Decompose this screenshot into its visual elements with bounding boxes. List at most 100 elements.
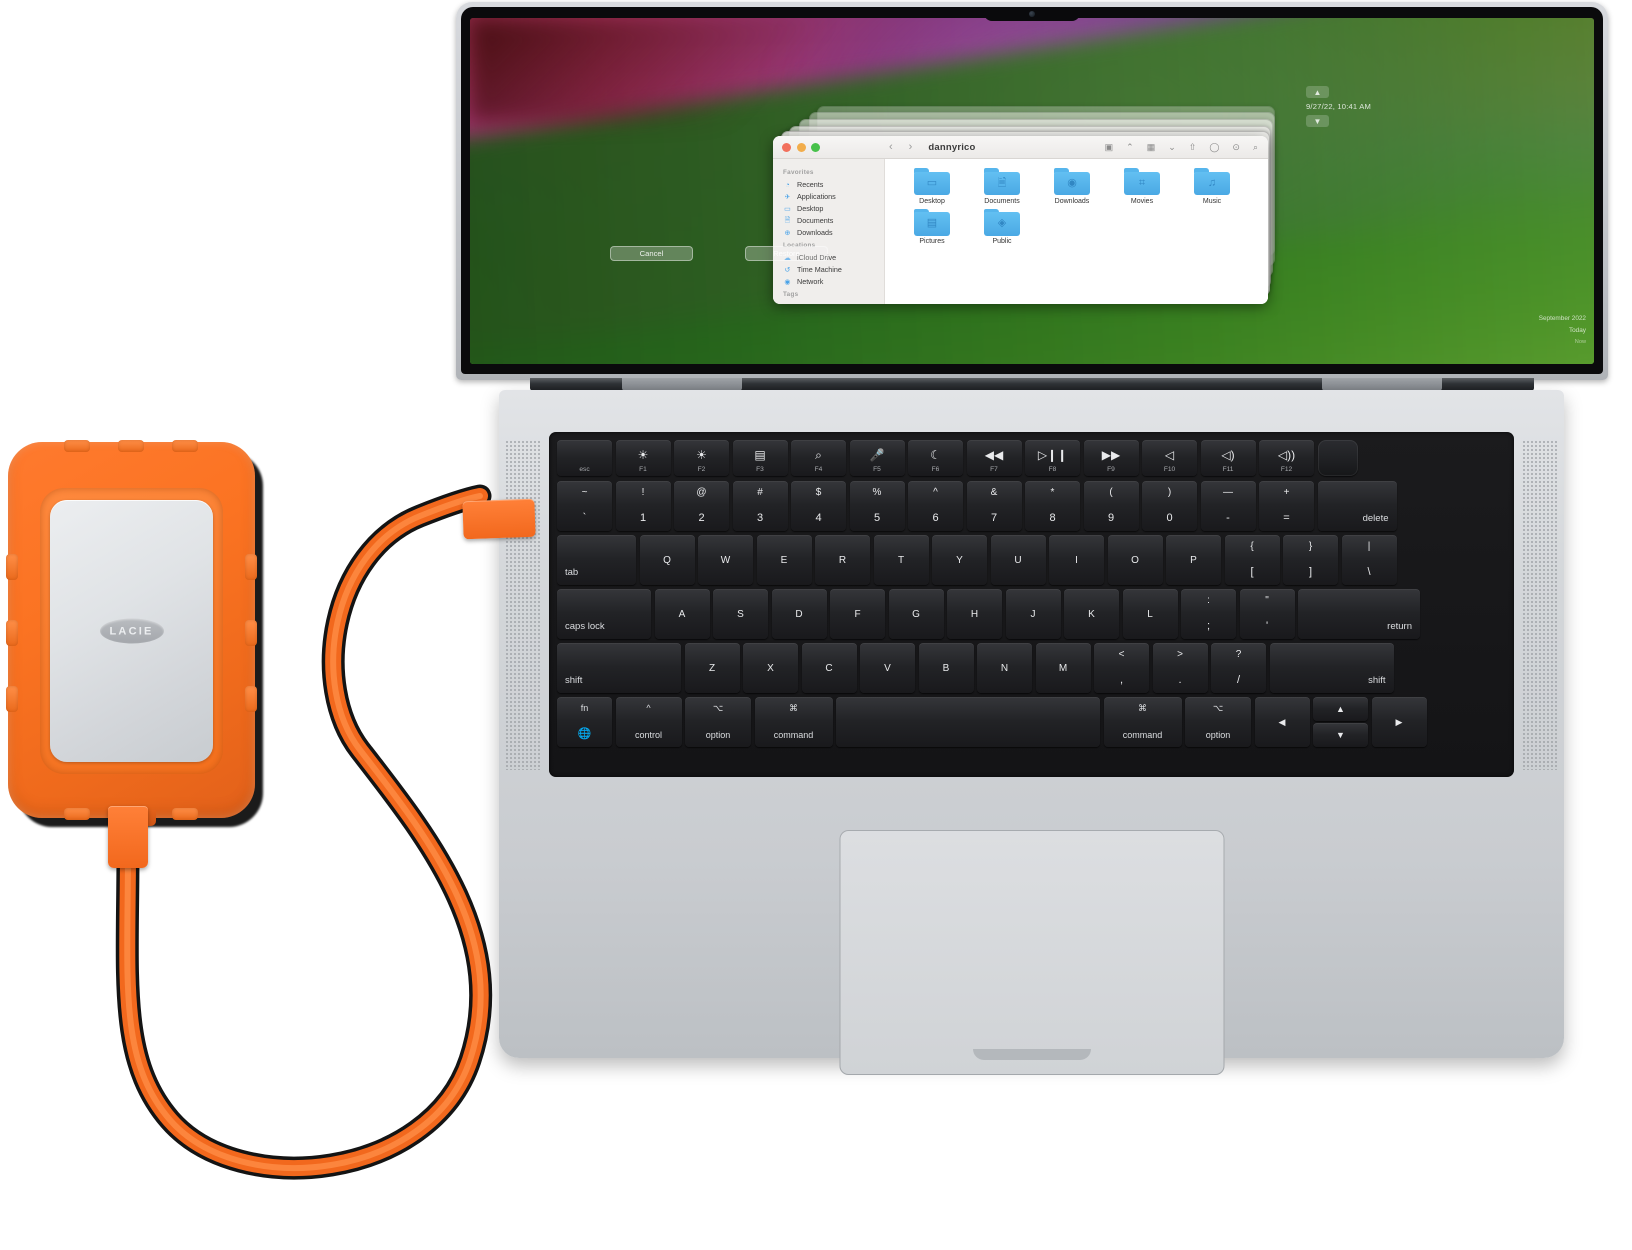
key-b[interactable]: B <box>918 643 974 693</box>
restore-button[interactable]: Restore <box>745 246 828 261</box>
key-option-right[interactable]: ⌥ option <box>1185 697 1251 747</box>
key-4[interactable]: $4 <box>791 481 846 531</box>
key-s[interactable]: S <box>713 589 768 639</box>
key-o[interactable]: O <box>1107 535 1163 585</box>
key-command-left[interactable]: ⌘ command <box>754 697 833 747</box>
finder-file-grid[interactable]: ▭ Desktop 🗎 Documents ◉ Downloads ⌗ Movi… <box>885 159 1268 304</box>
key-arrow-down[interactable]: ▼ <box>1313 723 1368 747</box>
folder-item-documents[interactable]: 🗎 Documents <box>967 168 1037 205</box>
key-e[interactable]: E <box>756 535 812 585</box>
key-shift-right[interactable]: shift <box>1269 643 1394 693</box>
key-t[interactable]: T <box>873 535 929 585</box>
key-0[interactable]: ) 0 <box>1142 481 1197 531</box>
key-a[interactable]: A <box>654 589 710 639</box>
folder-item-music[interactable]: ♫ Music <box>1177 168 1247 205</box>
key-n[interactable]: N <box>977 643 1032 693</box>
key-v[interactable]: V <box>860 643 915 693</box>
key-arrow-right[interactable]: ▶ <box>1371 697 1427 747</box>
finder-window[interactable]: ‹ › dannyrico ▣ ⌃ ▦ ⌄ ⇧ ◯ ⊙ ⌕ Favorites … <box>773 136 1268 304</box>
key-h[interactable]: H <box>947 589 1002 639</box>
key-y[interactable]: Y <box>932 535 987 585</box>
key-f2-brightness-up[interactable]: ☀ F2 <box>674 440 729 476</box>
key-semicolon[interactable]: :; <box>1181 589 1236 639</box>
sidebar-item-downloads[interactable]: ⊕ Downloads <box>773 226 884 238</box>
view-grid-icon[interactable]: ▦ <box>1147 142 1156 153</box>
time-machine-timeline[interactable]: September 2022 Today Now <box>1466 313 1586 348</box>
folder-item-pictures[interactable]: ▤ Pictures <box>897 208 967 245</box>
key-f11-volume-down[interactable]: ◁) F11 <box>1200 440 1256 476</box>
key-bracket-right[interactable]: }] <box>1283 535 1338 585</box>
key-f6-do-not-disturb[interactable]: ☾ F6 <box>908 440 963 476</box>
key-slash[interactable]: ? / <box>1211 643 1266 693</box>
sidebar-item-applications[interactable]: ✈ Applications <box>773 190 884 202</box>
key-g[interactable]: G <box>888 589 944 639</box>
key-p[interactable]: P <box>1166 535 1221 585</box>
snapshot-down-button[interactable]: ▼ <box>1306 115 1329 127</box>
key-bracket-left[interactable]: {[ <box>1224 535 1280 585</box>
key-l[interactable]: L <box>1122 589 1178 639</box>
sidebar-item-recents[interactable]: ◔ Recents <box>773 178 884 190</box>
keyboard[interactable]: esc ☀ F1 ☀ F2 ▤ F3 ⌕ F4 🎤 F5 ☾ F6 ◀◀ F7 ▷❙❙ F8 ▶… <box>549 432 1514 777</box>
key-i[interactable]: I <box>1049 535 1104 585</box>
key-2[interactable]: @2 <box>674 481 729 531</box>
key-f12-volume-up[interactable]: ◁)) F12 <box>1259 440 1314 476</box>
key-backslash[interactable]: | \ <box>1341 535 1397 585</box>
key-f4-spotlight[interactable]: ⌕ F4 <box>791 440 846 476</box>
key-f5-dictation[interactable]: 🎤 F5 <box>849 440 905 476</box>
key-f3-mission-control[interactable]: ▤ F3 <box>732 440 788 476</box>
key-f[interactable]: F <box>830 589 885 639</box>
sidebar-item-network[interactable]: ◉ Network <box>773 275 884 287</box>
key-quote[interactable]: " ' <box>1239 589 1295 639</box>
key-k[interactable]: K <box>1064 589 1119 639</box>
key-m[interactable]: M <box>1035 643 1091 693</box>
key-7[interactable]: & 7 <box>966 481 1022 531</box>
forward-button[interactable]: › <box>909 141 913 153</box>
key-option-left[interactable]: ⌥ option <box>685 697 751 747</box>
key-u[interactable]: U <box>990 535 1046 585</box>
key-f10-mute[interactable]: ◁ F10 <box>1142 440 1197 476</box>
folder-item-downloads[interactable]: ◉ Downloads <box>1037 168 1107 205</box>
close-button[interactable] <box>782 142 791 152</box>
cancel-button[interactable]: Cancel <box>610 246 693 261</box>
key-d[interactable]: D <box>771 589 827 639</box>
action-menu-icon[interactable]: ⊙ <box>1232 142 1240 153</box>
key-period[interactable]: >. <box>1152 643 1208 693</box>
key-delete[interactable]: delete <box>1317 481 1397 531</box>
key-w[interactable]: W <box>698 535 753 585</box>
sidebar-item-documents[interactable]: 🗎 Documents <box>773 214 884 226</box>
key-6[interactable]: ^ 6 <box>908 481 963 531</box>
key-j[interactable]: J <box>1005 589 1061 639</box>
folder-item-desktop[interactable]: ▭ Desktop <box>897 168 967 205</box>
sidebar-item-time-machine[interactable]: ↺ Time Machine <box>773 263 884 275</box>
key-f7-rewind[interactable]: ◀◀ F7 <box>966 440 1022 476</box>
snapshot-up-button[interactable]: ▲ <box>1306 86 1329 98</box>
key-equals[interactable]: + = <box>1259 481 1314 531</box>
folder-item-movies[interactable]: ⌗ Movies <box>1107 168 1177 205</box>
key-arrow-left[interactable]: ◀ <box>1254 697 1310 747</box>
key-minus[interactable]: — - <box>1200 481 1256 531</box>
key-return[interactable]: return <box>1298 589 1420 639</box>
key-q[interactable]: Q <box>639 535 695 585</box>
key-r[interactable]: R <box>815 535 870 585</box>
view-chevron-icon[interactable]: ⌄ <box>1168 142 1176 153</box>
finder-sidebar[interactable]: Favorites ◔ Recents ✈ Applications ▭ Des… <box>773 159 885 304</box>
maximize-button[interactable] <box>811 142 820 152</box>
key-space[interactable] <box>836 697 1100 747</box>
key-command-right[interactable]: ⌘ command <box>1103 697 1182 747</box>
key-3[interactable]: #3 <box>732 481 788 531</box>
key-f9-fast-forward[interactable]: ▶▶ F9 <box>1083 440 1139 476</box>
tag-icon[interactable]: ◯ <box>1209 142 1219 153</box>
key-f8-play-pause[interactable]: ▷❙❙ F8 <box>1025 440 1080 476</box>
key-x[interactable]: X <box>743 643 798 693</box>
folder-item-public[interactable]: ◈ Public <box>967 208 1037 245</box>
key-arrow-up[interactable]: ▲ <box>1313 697 1368 721</box>
key-z[interactable]: Z <box>684 643 740 693</box>
search-icon[interactable]: ⌕ <box>1253 142 1258 153</box>
key-8[interactable]: * 8 <box>1025 481 1080 531</box>
sidebar-item-desktop[interactable]: ▭ Desktop <box>773 202 884 214</box>
trackpad[interactable] <box>839 830 1224 1075</box>
sort-chevron-icon[interactable]: ⌃ <box>1126 142 1134 153</box>
touch-id-button[interactable] <box>1317 440 1358 476</box>
group-items-icon[interactable]: ▣ <box>1105 142 1114 153</box>
key-comma[interactable]: <, <box>1094 643 1149 693</box>
